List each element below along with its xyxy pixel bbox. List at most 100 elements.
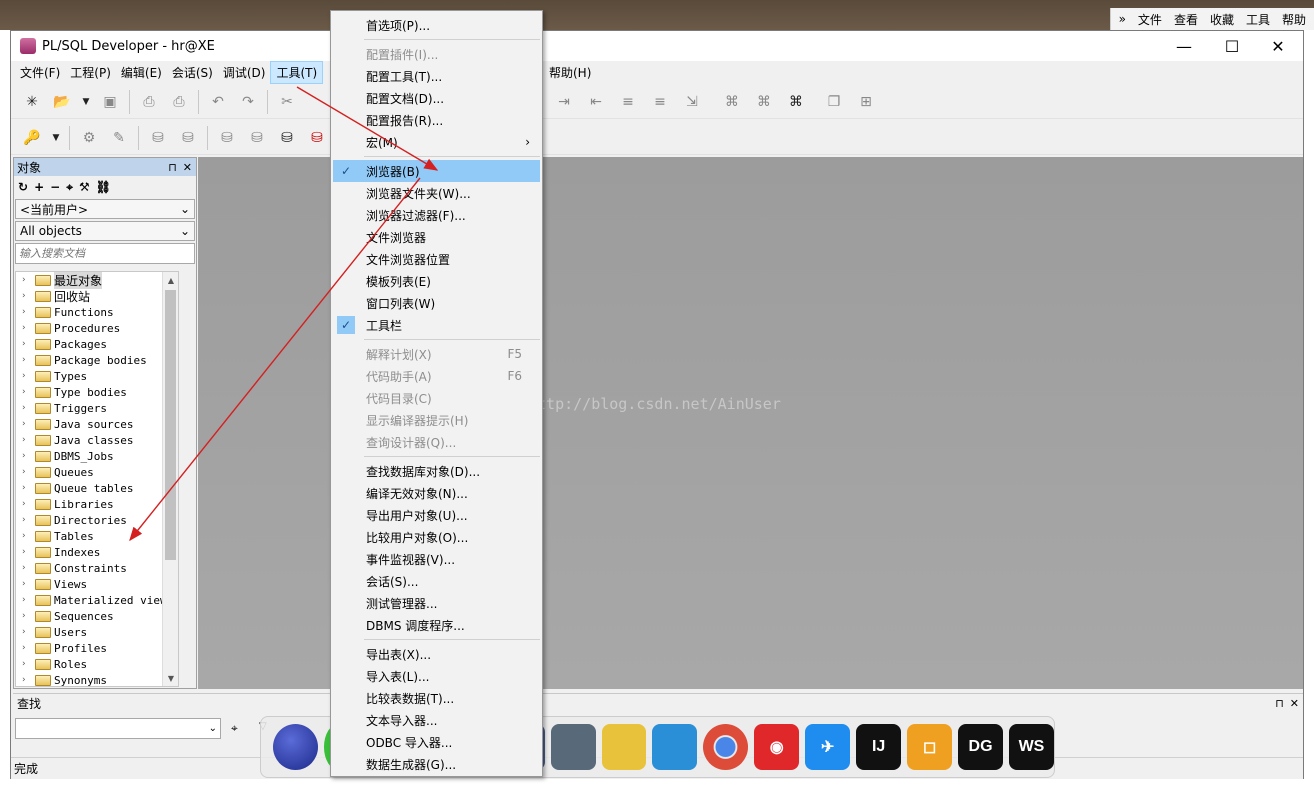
tools-menu-item[interactable]: ODBC 导入器... (333, 731, 540, 753)
eclipse-icon[interactable] (273, 724, 318, 770)
remote-icon[interactable] (550, 724, 596, 770)
chevron-right-icon[interactable]: › (22, 611, 32, 621)
browser-menu-chevron[interactable]: » (1119, 12, 1126, 26)
remove-icon[interactable]: − (50, 180, 60, 194)
tools-menu-item[interactable]: 事件监视器(V)... (333, 548, 540, 570)
chevron-right-icon[interactable]: › (22, 675, 32, 685)
tree-node[interactable]: › Indexes (16, 544, 178, 560)
chevron-right-icon[interactable]: › (22, 451, 32, 461)
uncomment-icon[interactable]: ≡ (648, 90, 672, 114)
tools-menu-item[interactable]: 浏览器文件夹(W)... (333, 182, 540, 204)
cut-icon[interactable]: ✂ (275, 90, 299, 114)
tree-scrollbar[interactable]: ▲ ▼ (162, 272, 178, 686)
refresh-icon[interactable]: ↻ (18, 180, 28, 194)
tools-menu-item[interactable]: 比较表数据(T)... (333, 687, 540, 709)
chevron-right-icon[interactable]: › (22, 467, 32, 477)
chevron-right-icon[interactable]: › (22, 387, 32, 397)
db-rollback-icon[interactable]: ⛁ (176, 126, 200, 150)
tree-node[interactable]: › Java sources (16, 416, 178, 432)
tile-icon[interactable]: ⊞ (854, 90, 878, 114)
new-icon[interactable]: ✳ (20, 90, 44, 114)
binoculars-icon[interactable]: ⌖ (231, 721, 238, 736)
chevron-right-icon[interactable]: › (22, 627, 32, 637)
tools-menu-item[interactable]: 查找数据库对象(D)... (333, 460, 540, 482)
tree-node[interactable]: › Type bodies (16, 384, 178, 400)
chevron-right-icon[interactable]: › (22, 435, 32, 445)
netease-music-icon[interactable]: ◉ (754, 724, 800, 770)
comment-icon[interactable]: ≡ (616, 90, 640, 114)
close-icon[interactable]: ✕ (1290, 697, 1299, 710)
browser-menu-help[interactable]: 帮助 (1282, 11, 1306, 28)
print-icon[interactable]: ⎙ (137, 90, 161, 114)
object-search-field[interactable] (15, 243, 195, 264)
network-icon[interactable]: ⌘ (784, 90, 808, 114)
tools-menu-item[interactable]: 导入表(L)... (333, 665, 540, 687)
db-connect-icon[interactable]: ⛁ (275, 126, 299, 150)
chevron-right-icon[interactable]: › (22, 419, 32, 429)
chevron-right-icon[interactable]: › (22, 291, 32, 301)
binoculars-icon[interactable]: ⌖ (66, 180, 73, 195)
browser-menu-favorites[interactable]: 收藏 (1210, 11, 1234, 28)
tree-node[interactable]: › Queue tables (16, 480, 178, 496)
tree-node[interactable]: › Libraries (16, 496, 178, 512)
tree-node[interactable]: › 回收站 (16, 288, 178, 304)
browser-menu-file[interactable]: 文件 (1138, 11, 1162, 28)
tools-menu-item[interactable]: 会话(S)... (333, 570, 540, 592)
chevron-down-icon[interactable]: ▼ (50, 126, 62, 150)
tools-menu-item[interactable]: 导出表(X)... (333, 643, 540, 665)
object-filter-select[interactable]: All objects ⌄ (15, 221, 195, 241)
menu-session[interactable]: 会话(S) (167, 62, 218, 83)
tools-menu-item[interactable]: 测试管理器... (333, 592, 540, 614)
pin-icon[interactable]: ⊓ (1275, 697, 1284, 710)
chevron-right-icon[interactable]: › (22, 563, 32, 573)
tree-node[interactable]: › Roles (16, 656, 178, 672)
browser-menu-view[interactable]: 查看 (1174, 11, 1198, 28)
chevron-right-icon[interactable]: › (22, 371, 32, 381)
close-icon[interactable]: ✕ (183, 161, 192, 174)
chevron-right-icon[interactable]: › (22, 531, 32, 541)
export-icon[interactable]: ⇲ (680, 90, 704, 114)
tools-menu-item[interactable]: 比较用户对象(O)... (333, 526, 540, 548)
tools-menu-item[interactable]: 浏览器过滤器(F)... (333, 204, 540, 226)
indent-icon[interactable]: ⇥ (552, 90, 576, 114)
chevron-right-icon[interactable]: › (22, 275, 32, 285)
menu-help[interactable]: 帮助(H) (544, 62, 596, 83)
tools-menu-item[interactable]: 代码目录(C) (333, 387, 540, 409)
chevron-right-icon[interactable]: › (22, 355, 32, 365)
unindent-icon[interactable]: ⇤ (584, 90, 608, 114)
browser-menu-tools[interactable]: 工具 (1246, 11, 1270, 28)
scroll-thumb[interactable] (165, 290, 176, 560)
menu-tools[interactable]: 工具(T) (270, 60, 324, 84)
tree-node[interactable]: › Sequences (16, 608, 178, 624)
chevron-down-icon[interactable]: ⌄ (209, 723, 217, 734)
owner-select[interactable]: <当前用户> ⌄ (15, 199, 195, 219)
dingtalk-icon[interactable]: ✈ (805, 724, 851, 770)
tree-node[interactable]: › Package bodies (16, 352, 178, 368)
chevron-right-icon[interactable]: › (22, 339, 32, 349)
chevron-right-icon[interactable]: › (22, 483, 32, 493)
db-icon[interactable]: ⛁ (215, 126, 239, 150)
network-icon[interactable]: ⌘ (720, 90, 744, 114)
windows-icon[interactable]: ❐ (822, 90, 846, 114)
close-button[interactable]: ✕ (1255, 31, 1301, 61)
tree-node[interactable]: › Users (16, 624, 178, 640)
menu-file[interactable]: 文件(F) (15, 62, 65, 83)
redo-icon[interactable]: ↷ (236, 90, 260, 114)
tree-node[interactable]: › 最近对象 (16, 272, 178, 289)
gear-icon[interactable]: ⚙ (77, 126, 101, 150)
tree-node[interactable]: › Constraints (16, 560, 178, 576)
key-icon[interactable]: 🔑 (20, 126, 44, 150)
tools-menu-item[interactable]: 导出用户对象(U)... (333, 504, 540, 526)
tree-node[interactable]: › Views (16, 576, 178, 592)
print-preview-icon[interactable]: ⎙ (167, 90, 191, 114)
chevron-right-icon[interactable]: › (22, 307, 32, 317)
tree-node[interactable]: › Directories (16, 512, 178, 528)
scroll-up-icon[interactable]: ▲ (163, 272, 178, 288)
tools-menu-item[interactable]: DBMS 调度程序... (333, 614, 540, 636)
chevron-down-icon[interactable]: ▼ (80, 90, 92, 114)
webstorm-icon[interactable]: WS (1009, 724, 1054, 770)
find-input[interactable]: ⌄ (15, 718, 221, 739)
tools-menu-item[interactable]: ✓ 工具栏 (333, 314, 540, 336)
tools-menu-item[interactable]: 文件浏览器位置 (333, 248, 540, 270)
tree-node[interactable]: › Queues (16, 464, 178, 480)
